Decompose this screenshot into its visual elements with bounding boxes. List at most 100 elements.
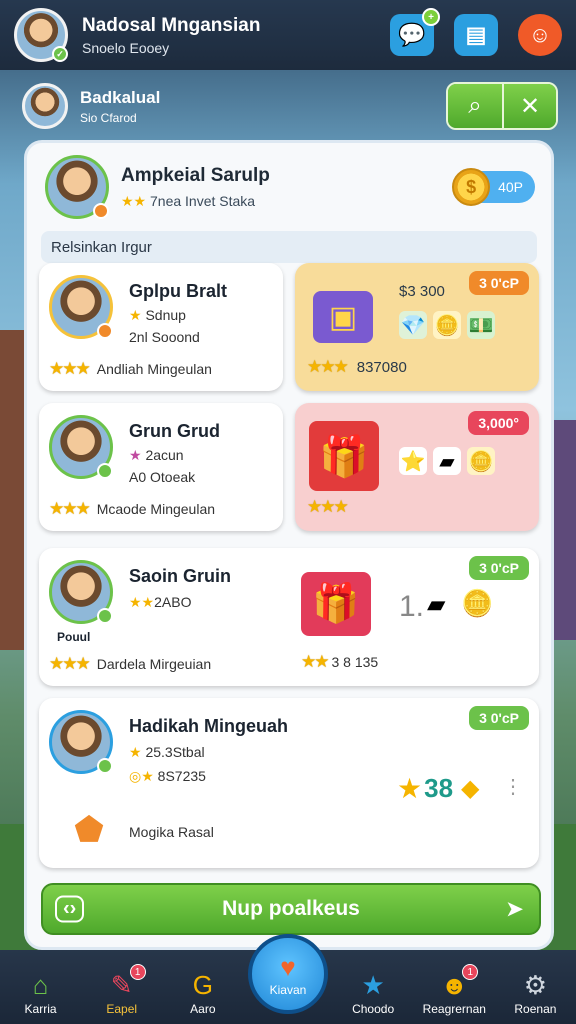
- news-button[interactable]: ▤: [454, 14, 498, 56]
- nav-face[interactable]: 1 ☻ Reagrernan: [418, 964, 490, 1016]
- player-name: Nadosal Mngansian: [82, 14, 261, 36]
- nav-label-wand: Eapel: [106, 1002, 138, 1016]
- offer-avatar-badge-1: [97, 323, 113, 339]
- reward-card-2[interactable]: 🎁 3,000° ⭐ ▰ 🪙 ★★★: [295, 403, 539, 531]
- star-icon: ★: [129, 744, 142, 760]
- top-bar: ✓ Nadosal Mngansian Snoelo Eooey 💬 + ▤ ☺: [0, 0, 576, 70]
- nav-star[interactable]: ★ Choodo: [337, 968, 409, 1016]
- profile-name: Ampkeial Sarulp: [121, 164, 270, 186]
- reward-footer-2: ★★★: [307, 497, 349, 517]
- coin-balance[interactable]: $ 40P: [452, 168, 535, 206]
- offer-title-1: Gplpu Bralt: [129, 281, 227, 301]
- nav-wand[interactable]: 1 ✎ Eapel: [86, 964, 158, 1016]
- rating-stars-icon: ★★: [301, 652, 330, 671]
- nav-label-face: Reagrernan: [422, 1002, 486, 1016]
- reward-items-1: 💎 🪙 💵: [399, 311, 495, 339]
- star-icon: ★★: [121, 192, 147, 209]
- offer-footer-3: ★★★ Dardela Mirgeuian: [49, 654, 211, 674]
- offer-line1-text-1: Sdnup: [145, 307, 186, 323]
- top-actions: 💬 + ▤ ☺: [390, 8, 562, 56]
- section-label: Relsinkan Irgur: [51, 238, 152, 256]
- bottom-nav: ⌂ Karria 1 ✎ Eapel G Aaro ♥ Kiavan ★ Cho…: [0, 934, 576, 1024]
- reward-card-1[interactable]: ▣ $3 300 3 0'cP 💎 🪙 💵 ★★★ 837080: [295, 263, 539, 391]
- offer-footer-2: ★★★ Mcaode Mingeulan: [49, 499, 215, 519]
- player-avatar[interactable]: ✓: [14, 8, 68, 62]
- reward-price-tag-1[interactable]: 3 0'cP: [469, 271, 529, 295]
- offer-title-2: Grun Grud: [129, 421, 220, 441]
- star-icon: ★: [361, 970, 385, 1000]
- nav-label-home: Karria: [24, 1002, 57, 1016]
- profile-avatar[interactable]: [45, 155, 109, 219]
- gold-bar-icon: ▰: [427, 591, 446, 618]
- offer-line1-2: ★ 2acun: [129, 447, 184, 464]
- reward-value-3: 1.: [399, 590, 425, 623]
- offer-footer-1: ★★★ Andliah Mingeulan: [49, 359, 212, 379]
- offer-card-1[interactable]: Gplpu Bralt ★ Sdnup 2nl Sooond ★★★ Andli…: [39, 263, 283, 391]
- coin-stack-icon: 🪙: [433, 311, 461, 339]
- sub-header-subtitle: Sio Cfarod: [80, 110, 137, 125]
- nav-center[interactable]: ♥ Kiavan: [247, 934, 328, 1014]
- offer-line1-3: ★★2ABO: [129, 594, 191, 611]
- offer-line2-4: ◎★ 8S7235: [129, 768, 206, 785]
- offer-title-3: Saoin Gruin: [129, 566, 232, 586]
- player-info: Nadosal Mngansian Snoelo Eooey: [82, 15, 260, 56]
- offer-card-3[interactable]: Pouul Saoin Gruin ★★2ABO ★★★ Dardela Mir…: [39, 548, 539, 686]
- code-icon: ‹›: [55, 895, 85, 923]
- nav-home[interactable]: ⌂ Karria: [5, 968, 77, 1016]
- reward-price-tag-2[interactable]: 3,000°: [468, 411, 529, 435]
- newspaper-icon: ▤: [465, 22, 487, 47]
- home-icon: ⌂: [32, 970, 49, 1000]
- heart-icon: ♥: [280, 951, 296, 982]
- offer-footer-text-2: Mcaode Mingeulan: [96, 501, 216, 517]
- reward-price-tag-3[interactable]: 3 0'cP: [469, 556, 529, 580]
- offer-line2-text-4: 8S7235: [157, 768, 206, 784]
- reward-footer-text-3: 3 8 135: [331, 654, 379, 670]
- reward-footer-3: ★★ 3 8 135: [301, 652, 378, 672]
- rating-stars-icon: ★★★: [307, 497, 349, 516]
- nav-label-gauge: Aaro: [190, 1002, 216, 1016]
- nav-label-star: Choodo: [352, 1002, 395, 1016]
- chat-button[interactable]: 💬 +: [390, 8, 440, 56]
- offer-avatar-1: [49, 275, 113, 339]
- sub-header: Badkalual Sio Cfarod ⌕ ✕: [10, 78, 566, 134]
- close-button[interactable]: ✕: [502, 84, 556, 128]
- offer-card-2[interactable]: Grun Grud ★ 2acun A0 Otoeak ★★★ Mcaode M…: [39, 403, 283, 531]
- main-panel: Ampkeial Sarulp ★★ 7nea Invet Staka $ 40…: [24, 140, 554, 950]
- nav-gauge[interactable]: G Aaro: [167, 968, 239, 1016]
- primary-action-button[interactable]: ‹› Nup poalkeus ➤: [41, 883, 541, 935]
- reward-summary-4: ★ 38 ◆: [397, 772, 480, 805]
- offer-line1-text-2: 2acun: [145, 447, 184, 463]
- offer-avatar-badge-2: [97, 463, 113, 479]
- nav-settings[interactable]: ⚙ Roenan: [499, 968, 571, 1016]
- offer-line1-4: ★ 25.3Stbal: [129, 744, 205, 761]
- panel-header: Ampkeial Sarulp ★★ 7nea Invet Staka $ 40…: [27, 143, 551, 221]
- sub-header-title: Badkalual: [80, 87, 161, 107]
- coin-icon: ◎★: [129, 768, 154, 784]
- offer-avatar-2: [49, 415, 113, 479]
- nav-label-settings: Roenan: [514, 1002, 557, 1016]
- chat-bubble-icon: 💬: [398, 22, 426, 47]
- avatar-badge: ✓: [52, 46, 68, 62]
- coin-stack-icon: 🪙: [461, 588, 494, 618]
- more-options-icon[interactable]: ⋮: [503, 774, 523, 799]
- gift-box-icon: 🎁: [309, 421, 379, 491]
- rating-stars-icon: ★★★: [49, 654, 91, 673]
- offer-card-4[interactable]: Hadikah Mingeuah ★ 25.3Stbal ◎★ 8S7235 ⬟…: [39, 698, 539, 868]
- friend-avatar[interactable]: [22, 83, 68, 129]
- section-label-bar: Relsinkan Irgur: [41, 231, 537, 263]
- offer-line1-text-3: 2ABO: [154, 594, 192, 610]
- reward-amount-1: $3 300: [399, 283, 445, 300]
- reward-price-tag-4[interactable]: 3 0'cP: [469, 706, 529, 730]
- search-button[interactable]: ⌕: [448, 84, 502, 128]
- treasure-map-icon: ▣: [313, 291, 373, 343]
- gem-icon: ◆: [461, 775, 480, 802]
- game-button[interactable]: ☺: [518, 14, 562, 56]
- offer-avatar-badge-3: [97, 608, 113, 624]
- star-icon: ★: [129, 307, 142, 323]
- reward-value-4: 38: [424, 773, 454, 803]
- rating-stars-icon: ★★★: [49, 359, 91, 378]
- offer-line1-1: ★ Sdnup: [129, 307, 186, 324]
- coin-value: 40P: [498, 179, 523, 195]
- gold-bar-icon: ▰: [433, 447, 461, 475]
- offer-avatar-3: [49, 560, 113, 624]
